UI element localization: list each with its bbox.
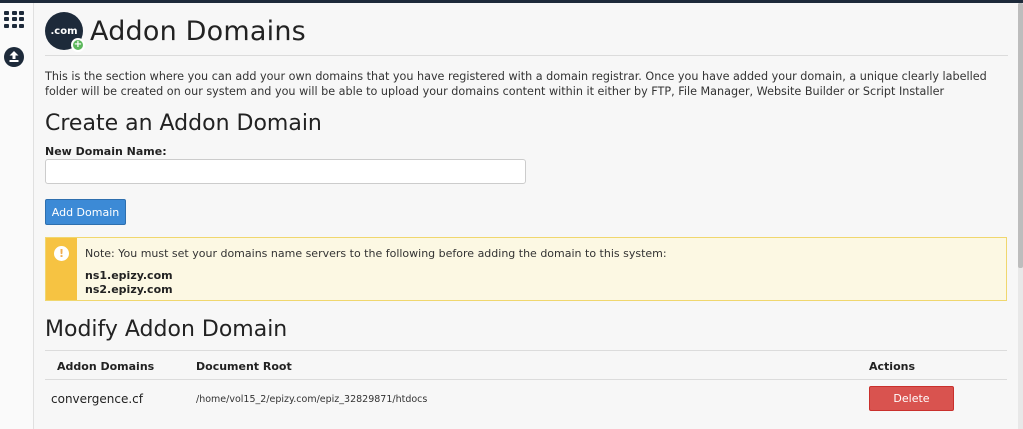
add-domain-button[interactable]: Add Domain <box>45 199 126 225</box>
page-header: .com + Addon Domains <box>45 9 306 53</box>
new-domain-input[interactable] <box>45 159 526 184</box>
alert-text: Note: You must set your domains name ser… <box>85 247 667 260</box>
alert-strip: ! <box>46 238 77 300</box>
column-header-document-root: Document Root <box>196 360 292 373</box>
column-header-domains: Addon Domains <box>57 360 155 373</box>
warning-icon: ! <box>54 246 69 261</box>
table-header: Addon Domains Document Root Actions <box>45 350 1007 380</box>
modify-section-title: Modify Addon Domain <box>45 317 288 342</box>
table-row: convergence.cf /home/vol15_2/epizy.com/e… <box>45 380 1007 425</box>
upload-icon[interactable] <box>3 46 25 68</box>
new-domain-label: New Domain Name: <box>45 145 167 158</box>
top-bar <box>0 0 1023 3</box>
nameserver-2: ns2.epizy.com <box>85 283 173 296</box>
domain-cell: convergence.cf <box>51 392 143 406</box>
sidebar <box>0 3 34 429</box>
apps-grid-icon[interactable] <box>3 8 25 30</box>
page-description: This is the section where you can add yo… <box>45 70 987 98</box>
scrollbar-thumb[interactable] <box>1018 3 1023 268</box>
page-title: Addon Domains <box>90 15 306 47</box>
create-section-title: Create an Addon Domain <box>45 111 322 136</box>
divider <box>45 55 1008 56</box>
document-root-cell: /home/vol15_2/epizy.com/epiz_32829871/ht… <box>196 394 428 405</box>
addon-domains-logo: .com + <box>45 12 85 52</box>
logo-text: .com <box>50 25 78 37</box>
column-header-actions: Actions <box>869 360 915 373</box>
plus-badge-icon: + <box>71 38 85 52</box>
nameserver-alert: ! Note: You must set your domains name s… <box>45 237 1007 301</box>
nameserver-1: ns1.epizy.com <box>85 269 173 282</box>
delete-button[interactable]: Delete <box>869 386 954 411</box>
